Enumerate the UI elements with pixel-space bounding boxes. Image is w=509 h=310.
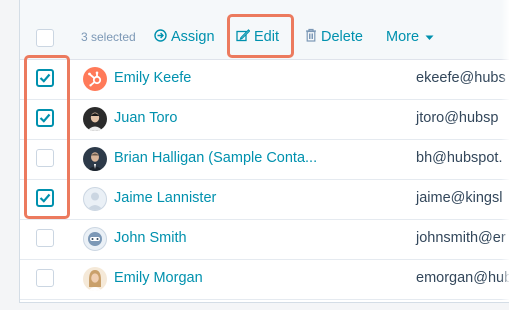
trash-icon [305,28,317,46]
contact-name-link[interactable]: Emily Keefe [114,70,191,86]
table-row[interactable]: Jaime Lannister jaime@kingsl [20,179,509,220]
table-row[interactable]: Juan Toro jtoro@hubsp [20,99,509,140]
photo-avatar [83,147,107,171]
hubspot-logo-avatar [83,67,107,91]
table-row[interactable]: John Smith johnsmith@er [20,219,509,260]
contact-name-link[interactable]: Emily Morgan [114,270,203,286]
contact-name-link[interactable]: Juan Toro [114,110,177,126]
contact-email: johnsmith@er [416,230,506,246]
contact-email: ekeefe@hubs [416,70,506,86]
selected-count: 3 selected [81,30,136,44]
edit-highlight-box [227,14,294,58]
checkbox-highlight-box [24,55,70,219]
contact-name-link[interactable]: Jaime Lannister [114,190,216,206]
scroll-fade [501,0,509,302]
row-checkbox[interactable] [36,229,54,247]
contact-email: jaime@kingsl [416,190,503,206]
table-row[interactable]: Emily Keefe ekeefe@hubs [20,59,509,100]
photo-avatar [83,267,107,291]
arrow-circle-icon [154,28,167,46]
row-checkbox[interactable] [36,269,54,287]
contact-name-link[interactable]: John Smith [114,230,187,246]
assign-label: Assign [171,29,215,45]
select-all-checkbox[interactable] [36,29,54,47]
table-row[interactable]: Brian Halligan (Sample Conta... bh@hubsp… [20,139,509,180]
contact-email: emorgan@hub [416,270,509,286]
more-dropdown[interactable]: More [386,27,434,47]
delete-button[interactable]: Delete [305,27,363,47]
photo-avatar [83,107,107,131]
caret-down-icon [425,29,434,45]
robot-avatar [83,227,107,251]
delete-label: Delete [321,29,363,45]
contact-name-link[interactable]: Brian Halligan (Sample Conta... [114,150,317,166]
more-label: More [386,29,420,45]
assign-button[interactable]: Assign [154,27,215,47]
table-row[interactable]: Emily Morgan emorgan@hub [20,259,509,300]
default-person-avatar [83,187,107,211]
contact-email: jtoro@hubsp [416,110,499,126]
contact-email: bh@hubspot. [416,150,503,166]
